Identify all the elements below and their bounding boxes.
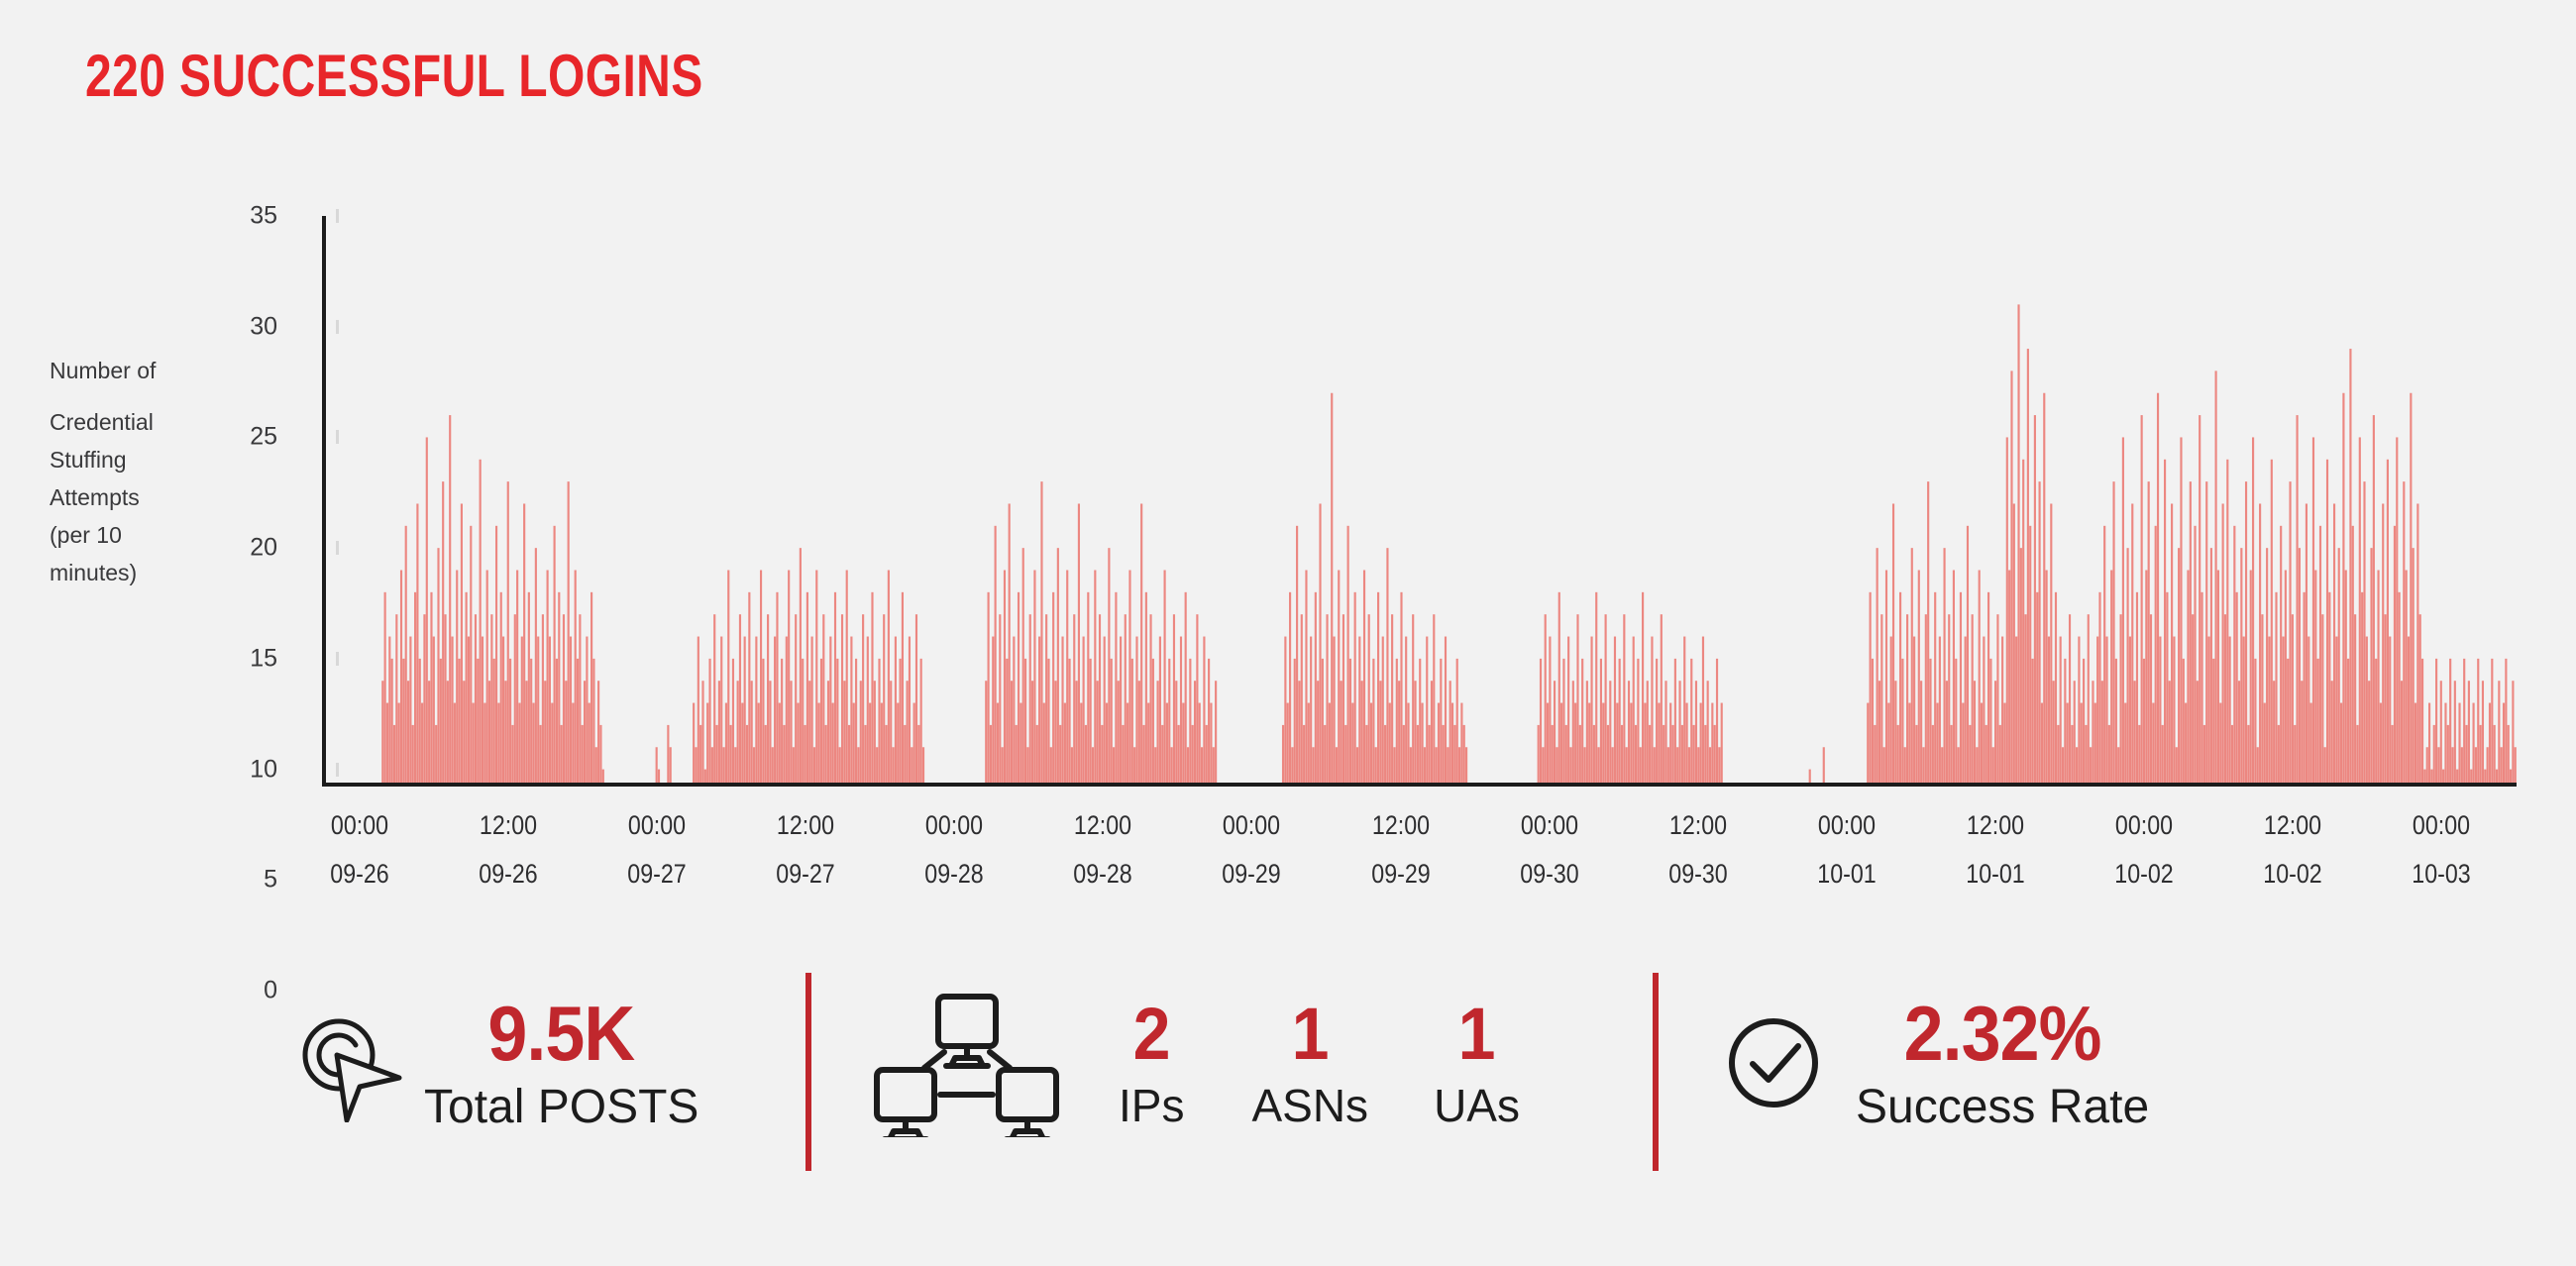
plot-area: [326, 216, 2517, 783]
stat-total-posts-label: Total POSTS: [424, 1081, 699, 1133]
y-axis-inner-tick: [336, 209, 339, 223]
x-axis-tick-time: 12:00: [479, 810, 538, 840]
click-cursor-icon: [287, 1003, 406, 1122]
stat-uas: 1 UAs: [1434, 993, 1520, 1131]
stat-total-posts-text: 9.5K Total POSTS: [424, 995, 698, 1131]
x-axis-tick: 12:00 09-30: [1664, 810, 1732, 890]
y-axis-tick-labels: 35 30 25 20 15 10 5 0: [188, 0, 277, 1004]
y-axis-inner-tick: [336, 319, 339, 334]
y-axis-tick: 20: [250, 533, 277, 562]
stat-asns-value: 1: [1291, 993, 1330, 1075]
y-axis-tick: 35: [250, 201, 277, 230]
x-axis-tick: 00:00 10-03: [2407, 810, 2475, 890]
y-axis-tick: 30: [250, 312, 277, 341]
stat-uas-label: UAs: [1434, 1080, 1520, 1131]
x-axis-tick: 00:00 09-27: [623, 810, 692, 890]
x-axis-tick-date: 09-30: [1667, 859, 1728, 889]
x-axis-tick-time: 00:00: [2412, 810, 2471, 840]
stat-success-rate-text: 2.32% Success Rate: [1856, 995, 2149, 1131]
bar-series: [381, 304, 2517, 783]
stats-divider-1: [805, 973, 811, 1171]
x-axis-tick: 00:00 09-30: [1515, 810, 1583, 890]
x-axis-tick-date: 09-27: [776, 859, 835, 889]
x-axis-tick-date: 10-01: [1966, 859, 2025, 889]
stat-ips-value: 2: [1132, 993, 1171, 1075]
x-axis-tick-date: 10-03: [2412, 859, 2471, 889]
stat-success-rate-value: 2.32%: [1903, 990, 2102, 1077]
x-axis-tick-date: 09-28: [1073, 859, 1133, 889]
x-axis-tick-time: 12:00: [2263, 810, 2321, 840]
x-axis-tick: 00:00 09-26: [325, 810, 393, 890]
x-axis-tick: 00:00 09-29: [1218, 810, 1286, 890]
x-axis-tick: 00:00 10-02: [2109, 810, 2178, 890]
stat-asns-label: ASNs: [1251, 1080, 1369, 1131]
x-axis-tick-date: 09-30: [1519, 859, 1579, 889]
y-axis-inner-tick: [336, 651, 339, 666]
x-axis-tick-labels: 00:00 09-26 12:00 09-26 00:00 09-27 12:00 09-27…: [322, 810, 2517, 929]
plot-frame: [322, 209, 2517, 787]
x-axis-tick-time: 00:00: [2114, 810, 2173, 840]
x-axis-tick-date: 09-29: [1370, 859, 1431, 889]
x-axis-tick-time: 12:00: [1074, 810, 1132, 840]
x-axis-tick: 12:00 09-29: [1366, 810, 1435, 890]
stat-ips-label: IPs: [1119, 1080, 1185, 1131]
stats-divider-2: [1653, 973, 1659, 1171]
stat-network: 2 IPs 1 ASNs 1 UAs: [867, 959, 1520, 1167]
x-axis-tick: 12:00 09-27: [772, 810, 840, 890]
stat-total-posts-value: 9.5K: [487, 990, 636, 1077]
x-axis-tick-date: 09-26: [479, 859, 538, 889]
y-axis-tick: 5: [264, 865, 277, 894]
x-axis-tick-time: 00:00: [1520, 810, 1578, 840]
stat-uas-value: 1: [1458, 993, 1496, 1075]
x-axis-tick-date: 09-26: [330, 859, 389, 889]
stat-success-rate-label: Success Rate: [1856, 1081, 2150, 1133]
x-axis-tick: 12:00 09-28: [1069, 810, 1137, 890]
x-axis-tick: 12:00 09-26: [475, 810, 543, 890]
x-axis-tick-date: 09-27: [627, 859, 687, 889]
x-axis-tick: 00:00 09-28: [920, 810, 989, 890]
x-axis-tick-time: 00:00: [1817, 810, 1876, 840]
x-axis-tick-date: 10-01: [1817, 859, 1877, 889]
x-axis-tick: 00:00 10-01: [1812, 810, 1880, 890]
stat-asns: 1 ASNs: [1251, 993, 1369, 1131]
x-axis-tick-time: 12:00: [777, 810, 835, 840]
y-axis-inner-tick: [336, 541, 339, 556]
x-axis-tick-time: 00:00: [925, 810, 984, 840]
stat-total-posts: 9.5K Total POSTS: [287, 959, 698, 1167]
y-axis-inner-tick: [336, 762, 339, 777]
y-axis-tick: 10: [250, 755, 277, 784]
chart-container: Number of Credential Stuffing Attempts (…: [0, 0, 2576, 1004]
x-axis-tick-date: 09-29: [1222, 859, 1282, 889]
x-axis-tick: 12:00 10-01: [1961, 810, 2029, 890]
y-axis-inner-tick: [336, 430, 339, 445]
x-axis-tick-date: 10-02: [2114, 859, 2174, 889]
network-devices-icon: [867, 989, 1065, 1137]
x-axis-tick-time: 00:00: [330, 810, 389, 840]
x-axis-tick-date: 09-28: [924, 859, 984, 889]
y-axis-tick: 25: [250, 422, 277, 451]
x-axis-line: [322, 783, 2517, 787]
x-axis-tick-time: 00:00: [628, 810, 687, 840]
x-axis-tick-time: 00:00: [1223, 810, 1281, 840]
y-axis-tick: 15: [250, 644, 277, 673]
x-axis-tick: 12:00 10-02: [2258, 810, 2326, 890]
x-axis-tick-date: 10-02: [2263, 859, 2322, 889]
stat-ips: 2 IPs: [1119, 993, 1185, 1131]
summary-stats-row: 9.5K Total POSTS 2 IPs 1 ASNs 1 UAs 2.32…: [0, 959, 2576, 1187]
check-circle-icon: [1719, 1008, 1828, 1117]
stat-success-rate: 2.32% Success Rate: [1719, 959, 2149, 1167]
x-axis-tick-time: 12:00: [1668, 810, 1727, 840]
x-axis-tick-time: 12:00: [1371, 810, 1430, 840]
x-axis-tick-time: 12:00: [1966, 810, 2024, 840]
